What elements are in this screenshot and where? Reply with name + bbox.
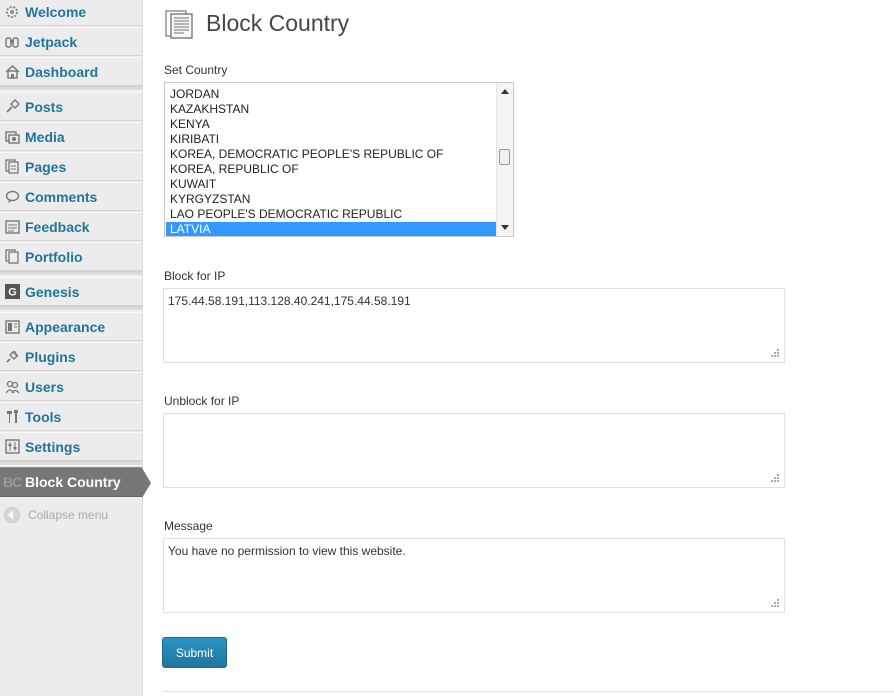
submit-button[interactable]: Submit	[162, 637, 227, 668]
collapse-menu-label: Collapse menu	[28, 508, 109, 522]
genesis-icon: G	[4, 284, 20, 300]
menu-separator	[0, 306, 142, 311]
sidebar-item-label: Welcome	[25, 3, 87, 20]
block-ip-label: Block for IP	[164, 269, 226, 283]
settings-icon	[4, 439, 20, 455]
page-title: Block Country	[206, 10, 350, 36]
sidebar-item-pages[interactable]: Pages	[0, 152, 142, 181]
svg-text:G: G	[8, 287, 17, 299]
collapse-menu-button[interactable]: Collapse menu	[0, 503, 142, 527]
menu-separator	[0, 271, 142, 276]
sidebar-item-media[interactable]: Media	[0, 122, 142, 151]
sidebar-item-label: Feedback	[25, 218, 90, 235]
country-option[interactable]: KOREA, REPUBLIC OF	[166, 162, 496, 177]
resize-grip-icon[interactable]	[769, 597, 780, 608]
tools-icon	[4, 409, 20, 425]
sidebar-item-label: Media	[25, 128, 65, 145]
gear-icon	[4, 4, 20, 20]
sidebar-item-label: Jetpack	[25, 33, 78, 50]
sidebar-item-label: Settings	[25, 438, 81, 455]
block-ip-field[interactable]: 175.44.58.191,113.128.40.241,175.44.58.1…	[163, 288, 785, 363]
sidebar-item-label: Posts	[25, 98, 64, 115]
sidebar-item-label: Genesis	[25, 283, 80, 300]
scrollbar-thumb[interactable]	[499, 149, 510, 165]
country-option[interactable]: KENYA	[166, 117, 496, 132]
home-icon	[4, 64, 20, 80]
admin-sidebar: Welcome Jetpack Dashboard Posts Media Pa…	[0, 0, 151, 696]
page-icon	[164, 8, 196, 40]
footer-divider	[163, 691, 894, 692]
message-value: You have no permission to view this webs…	[168, 544, 406, 558]
portfolio-icon	[4, 249, 20, 265]
plugin-icon	[4, 349, 20, 365]
active-indicator	[142, 468, 151, 498]
sidebar-item-label: Dashboard	[25, 63, 99, 80]
sidebar-item-settings[interactable]: Settings	[0, 432, 142, 461]
menu-separator	[0, 461, 142, 466]
sidebar-item-label: Appearance	[25, 318, 106, 335]
unblock-ip-field[interactable]	[163, 413, 785, 488]
country-option-selected[interactable]: LATVIA	[166, 222, 496, 236]
unblock-ip-label: Unblock for IP	[164, 394, 240, 408]
country-option[interactable]: JORDAN	[166, 87, 496, 102]
comment-icon	[4, 189, 20, 205]
jetpack-icon	[4, 34, 20, 50]
country-option[interactable]: KIRIBATI	[166, 132, 496, 147]
sidebar-item-label: Portfolio	[25, 248, 83, 265]
sidebar-item-label: Comments	[25, 188, 98, 205]
appearance-icon	[4, 319, 20, 335]
message-label: Message	[164, 519, 213, 533]
country-option[interactable]: KYRGYZSTAN	[166, 192, 496, 207]
sidebar-item-jetpack[interactable]: Jetpack	[0, 27, 142, 56]
country-select-list[interactable]: JORDAN KAZAKHSTAN KENYA KIRIBATI KOREA, …	[164, 82, 514, 237]
scroll-up-arrow-icon[interactable]	[501, 89, 509, 94]
resize-grip-icon[interactable]	[769, 347, 780, 358]
scroll-down-arrow-icon[interactable]	[501, 225, 509, 230]
country-option[interactable]: KUWAIT	[166, 177, 496, 192]
media-icon	[4, 129, 20, 145]
set-country-label: Set Country	[164, 63, 228, 77]
sidebar-item-plugins[interactable]: Plugins	[0, 342, 142, 371]
sidebar-item-label: Users	[25, 378, 64, 395]
sidebar-item-feedback[interactable]: Feedback	[0, 212, 142, 241]
users-icon	[4, 379, 20, 395]
collapse-arrow-icon	[4, 507, 20, 523]
sidebar-item-dashboard[interactable]: Dashboard	[0, 57, 142, 86]
pin-icon	[4, 99, 20, 115]
sidebar-item-block-country[interactable]: BC Block Country	[0, 467, 151, 498]
country-option[interactable]: LAO PEOPLE'S DEMOCRATIC REPUBLIC	[166, 207, 496, 222]
sidebar-item-portfolio[interactable]: Portfolio	[0, 242, 142, 271]
block-country-icon: BC	[3, 474, 22, 490]
feedback-icon	[4, 219, 20, 235]
resize-grip-icon[interactable]	[769, 472, 780, 483]
sidebar-item-posts[interactable]: Posts	[0, 92, 142, 121]
sidebar-item-label: Tools	[25, 408, 62, 425]
list-scrollbar[interactable]	[496, 83, 513, 236]
sidebar-item-label: Plugins	[25, 348, 76, 365]
country-option[interactable]: KOREA, DEMOCRATIC PEOPLE'S REPUBLIC OF	[166, 147, 496, 162]
menu-separator	[0, 86, 142, 91]
block-ip-value: 175.44.58.191,113.128.40.241,175.44.58.1…	[168, 294, 411, 308]
sidebar-item-appearance[interactable]: Appearance	[0, 312, 142, 341]
sidebar-item-tools[interactable]: Tools	[0, 402, 142, 431]
message-field[interactable]: You have no permission to view this webs…	[163, 538, 785, 613]
sidebar-item-label: Block Country	[25, 474, 121, 490]
sidebar-item-welcome[interactable]: Welcome	[0, 0, 142, 26]
sidebar-item-genesis[interactable]: G Genesis	[0, 277, 142, 306]
sidebar-item-comments[interactable]: Comments	[0, 182, 142, 211]
sidebar-item-label: Pages	[25, 158, 67, 175]
pages-icon	[4, 159, 20, 175]
country-option[interactable]: KAZAKHSTAN	[166, 102, 496, 117]
sidebar-item-users[interactable]: Users	[0, 372, 142, 401]
